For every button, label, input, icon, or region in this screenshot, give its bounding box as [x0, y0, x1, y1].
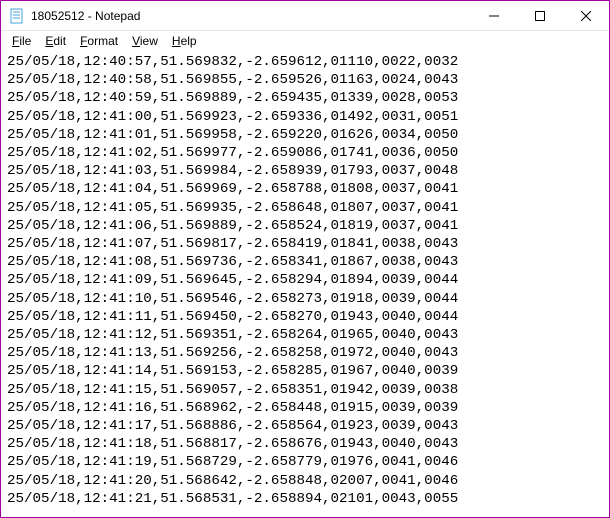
- close-button[interactable]: [563, 1, 609, 30]
- menu-file[interactable]: File: [5, 33, 38, 49]
- minimize-button[interactable]: [471, 1, 517, 30]
- menu-edit[interactable]: Edit: [38, 33, 73, 49]
- notepad-icon: [9, 8, 25, 24]
- menu-view[interactable]: View: [125, 33, 165, 49]
- titlebar[interactable]: 18052512 - Notepad: [1, 1, 609, 31]
- maximize-button[interactable]: [517, 1, 563, 30]
- text-editor[interactable]: 25/05/18,12:40:57,51.569832,-2.659612,01…: [7, 53, 603, 515]
- window-controls: [471, 1, 609, 30]
- menu-help[interactable]: Help: [165, 33, 204, 49]
- window-title: 18052512 - Notepad: [31, 9, 471, 23]
- menubar: File Edit Format View Help: [1, 31, 609, 51]
- menu-format[interactable]: Format: [73, 33, 125, 49]
- notepad-window: 18052512 - Notepad File Edit Format View…: [0, 0, 610, 518]
- content-area: 25/05/18,12:40:57,51.569832,-2.659612,01…: [1, 51, 609, 517]
